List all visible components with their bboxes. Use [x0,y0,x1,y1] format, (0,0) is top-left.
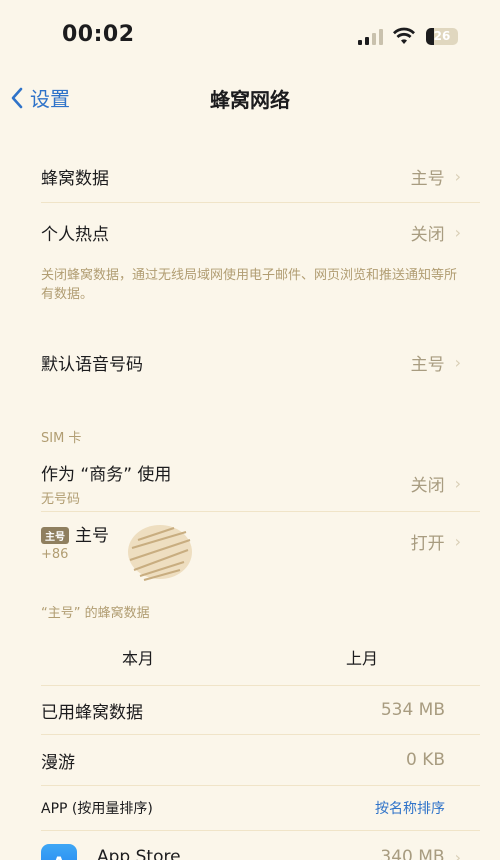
used-data-value: 534 MB [380,700,445,720]
roaming-value: 0 KB [405,750,445,770]
primary-line-row[interactable]: 主号 主号 +86 打开 › [41,519,461,563]
tab-last-month[interactable]: 上月 [346,645,378,669]
primary-label: 主号 [75,525,109,546]
divider [41,511,480,512]
cellular-signal-icon [358,29,383,45]
primary-badge: 主号 [41,527,69,544]
chevron-right-icon: › [454,847,461,860]
divider [41,685,480,686]
app-row-app-store[interactable]: App Store 340 MB › [97,843,461,860]
used-data-label: 已用蜂窝数据 [41,702,143,723]
tab-this-month[interactable]: 本月 [122,645,154,669]
divider [41,785,480,786]
redaction-scribble [128,525,192,581]
apps-header: APP (按用量排序) 按名称排序 [41,796,461,820]
divider [41,830,480,831]
status-bar: 00:02 26 [0,0,500,70]
hotspot-footnote: 关闭蜂窝数据，通过无线局域网使用电子邮件、网页浏览和推送通知等所有数据。 [41,268,458,302]
default-voice-value: 主号 [410,354,445,375]
chevron-right-icon: › [454,166,461,186]
business-line-row[interactable]: 作为 “商务” 使用 无号码 关闭 › [41,461,461,507]
app-store-icon: A [41,844,77,860]
chevron-right-icon: › [454,222,461,242]
divider [41,202,480,203]
roaming-label: 漫游 [41,752,75,773]
used-data-row: 已用蜂窝数据 534 MB [41,696,461,724]
navigation-bar: 设置 蜂窝网络 [0,75,500,119]
divider [41,734,480,735]
cellular-data-row[interactable]: 蜂窝数据 主号 › [41,162,461,190]
sim-section-title: SIM 卡 [41,431,82,446]
battery-icon: 26 [426,28,458,45]
business-label: 作为 “商务” 使用 [41,464,172,485]
business-sublabel: 无号码 [41,491,81,507]
cellular-data-label: 蜂窝数据 [41,168,109,189]
status-time: 00:02 [62,22,135,47]
primary-number: +86 [41,546,69,562]
chevron-right-icon: › [454,531,461,551]
sort-by-name-link[interactable]: 按名称排序 [375,798,461,818]
apps-header-label: APP (按用量排序) [41,801,153,817]
business-value: 关闭 [410,475,445,496]
personal-hotspot-row[interactable]: 个人热点 关闭 › [41,218,461,246]
roaming-row: 漫游 0 KB [41,746,461,774]
page-title: 蜂窝网络 [210,88,290,112]
chevron-right-icon: › [454,352,461,372]
hotspot-value: 关闭 [410,224,445,245]
app-name: App Store [97,847,181,860]
app-usage-value: 340 MB [380,847,445,860]
default-voice-row[interactable]: 默认语音号码 主号 › [41,348,461,376]
default-voice-label: 默认语音号码 [41,354,143,375]
primary-value: 打开 [410,533,445,554]
hotspot-label: 个人热点 [41,224,109,245]
wifi-icon [393,27,415,44]
battery-level: 26 [433,29,451,43]
chevron-right-icon: › [454,473,461,493]
cellular-data-value: 主号 [410,168,445,189]
usage-section-title: “主号” 的蜂窝数据 [41,606,150,621]
